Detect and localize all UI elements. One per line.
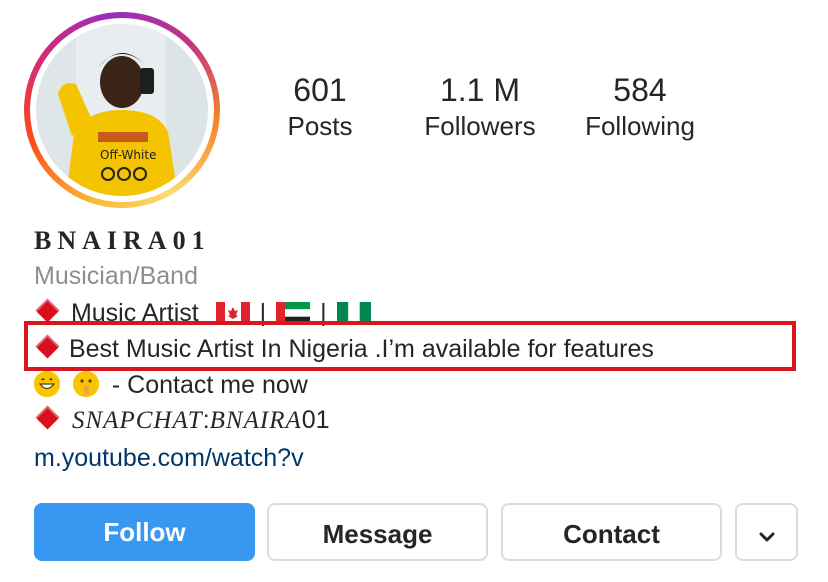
- followers-label: Followers: [424, 111, 536, 141]
- profile-avatar-ring[interactable]: Off-White: [24, 12, 220, 208]
- highlight-annotation-box: [24, 321, 796, 371]
- more-options-button[interactable]: [735, 503, 798, 561]
- snapchat-name: BNAIRA: [209, 407, 302, 434]
- avatar[interactable]: Off-White: [36, 24, 208, 196]
- follow-button[interactable]: Follow: [34, 503, 255, 561]
- red-diamond-icon: [35, 298, 60, 323]
- profile-username: BNAIRA01: [34, 226, 211, 255]
- profile-stats: 601 Posts 1.1 M Followers 584 Following: [250, 72, 730, 152]
- snapchat-label: SNAPCHAT: [72, 407, 203, 434]
- red-diamond-icon: [35, 405, 60, 430]
- posts-stat[interactable]: 601 Posts: [245, 72, 395, 144]
- svg-text:Off-White: Off-White: [100, 148, 156, 162]
- posts-label: Posts: [287, 111, 353, 141]
- bio-line-3: - Contact me now: [34, 369, 308, 401]
- grinning-face-icon: [34, 371, 60, 397]
- following-count: 584: [613, 72, 667, 108]
- bio-line-3-text: - Contact me now: [111, 371, 308, 399]
- followers-stat[interactable]: 1.1 M Followers: [405, 72, 555, 144]
- avatar-photo: Off-White: [36, 24, 208, 196]
- followers-count: 1.1 M: [439, 72, 521, 108]
- following-stat[interactable]: 584 Following: [565, 72, 715, 144]
- message-button[interactable]: Message: [267, 503, 488, 561]
- snapchat-colon: :: [202, 406, 210, 434]
- posts-count: 601: [293, 72, 347, 108]
- following-label: Following: [585, 111, 695, 141]
- chevron-down-icon: [759, 532, 774, 542]
- contact-button[interactable]: Contact: [501, 503, 722, 561]
- shushing-face-icon: [72, 371, 99, 397]
- bio-line-4: SNAPCHAT:BNAIRA01: [34, 404, 330, 437]
- profile-website-link[interactable]: m.youtube.com/watch?v: [34, 444, 304, 473]
- snapchat-suffix: 01: [301, 406, 330, 434]
- profile-category: Musician/Band: [34, 262, 198, 290]
